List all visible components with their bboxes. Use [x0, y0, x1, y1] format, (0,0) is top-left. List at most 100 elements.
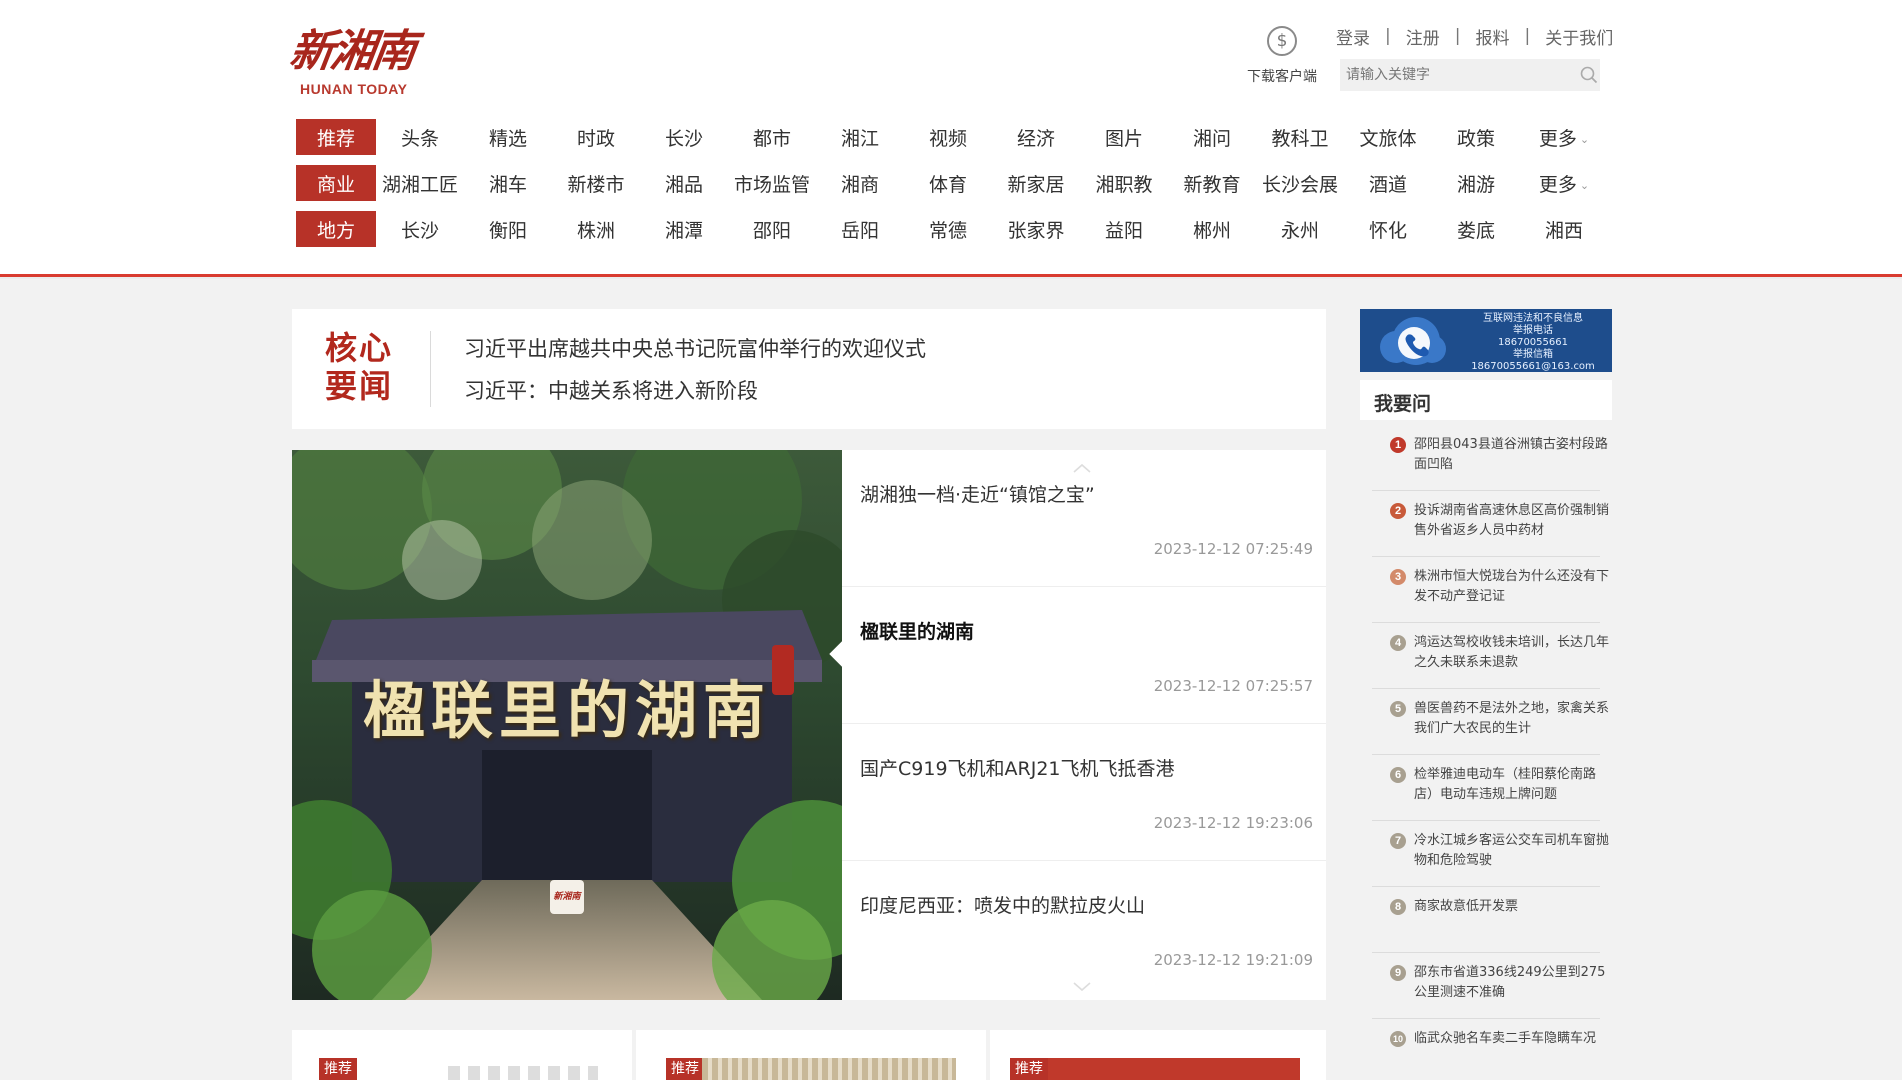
nav-item[interactable]: 张家界: [992, 216, 1080, 243]
ask-rank-badge: 2: [1390, 503, 1406, 519]
nav-item[interactable]: 衡阳: [464, 216, 552, 243]
feature-image[interactable]: 楹联里的湖南 新湘南: [292, 450, 842, 1000]
nav-more-button[interactable]: 更多 ⌄: [1520, 170, 1608, 197]
card-image-strip: [1010, 1058, 1300, 1080]
nav-item[interactable]: 长沙: [376, 216, 464, 243]
nav-item[interactable]: 永州: [1256, 216, 1344, 243]
ask-list-item[interactable]: 5 兽医兽药不是法外之地，家禽关系我们广大农民的生计: [1372, 689, 1609, 755]
banner-text: 互联网违法和不良信息 举报电话 18670055661 举报信箱 1867005…: [1460, 313, 1606, 372]
recommend-badge: 推荐: [319, 1058, 357, 1080]
nav-label-local[interactable]: 地方: [296, 211, 376, 247]
story-time: 2023-12-12 07:25:49: [1153, 540, 1313, 558]
nav-item[interactable]: 株洲: [552, 216, 640, 243]
site-logo[interactable]: 新湘南 HUNAN TODAY: [286, 26, 420, 102]
ask-list-item[interactable]: 2 投诉湖南省高速休息区高价强制销售外省返乡人员中药材: [1372, 491, 1609, 557]
core-news-headline[interactable]: 习近平出席越共中央总书记阮富仲举行的欢迎仪式: [464, 333, 926, 363]
login-link[interactable]: 登录: [1336, 24, 1370, 49]
core-news-headline[interactable]: 习近平：中越关系将进入新阶段: [464, 375, 758, 405]
nav-item[interactable]: 湘游: [1432, 170, 1520, 197]
ask-list-item[interactable]: 4 鸿运达驾校收钱未培训，长达几年之久未联系未退款: [1372, 623, 1609, 689]
feature-story-item-active[interactable]: 楹联里的湖南 2023-12-12 07:25:57: [842, 587, 1326, 724]
nav-item[interactable]: 益阳: [1080, 216, 1168, 243]
core-news-tag-line: 要闻: [325, 367, 394, 405]
nav-more-button[interactable]: 更多 ⌄: [1520, 124, 1608, 151]
nav-item[interactable]: 都市: [728, 124, 816, 151]
site-header: 新湘南 HUNAN TODAY $ 下载客户端 登录 | 注册 | 报料 | 关…: [0, 0, 1902, 274]
search-icon[interactable]: [1580, 66, 1598, 84]
nav-item[interactable]: 长沙: [640, 124, 728, 151]
nav-item[interactable]: 湘西: [1520, 216, 1608, 243]
ask-item-text: 冷水江城乡客运公交车司机车窗抛物和危险驾驶: [1414, 833, 1610, 868]
nav-label-recommend[interactable]: 推荐: [296, 119, 376, 155]
nav-item[interactable]: 怀化: [1344, 216, 1432, 243]
ask-list-item[interactable]: 8 商家故意低开发票: [1372, 887, 1600, 953]
search-input[interactable]: [1340, 59, 1560, 91]
ask-item-text: 兽医兽药不是法外之地，家禽关系我们广大农民的生计: [1414, 701, 1610, 736]
nav-item[interactable]: 新家居: [992, 170, 1080, 197]
nav-item[interactable]: 湘商: [816, 170, 904, 197]
core-news-box: 核心 要闻 习近平出席越共中央总书记阮富仲举行的欢迎仪式 习近平：中越关系将进入…: [292, 309, 1326, 429]
feature-story-item[interactable]: 印度尼西亚：喷发中的默拉皮火山 2023-12-12 19:21:09: [842, 861, 1326, 998]
ask-list-item[interactable]: 3 株洲市恒大悦珑台为什么还没有下发不动产登记证: [1372, 557, 1609, 623]
nav-item[interactable]: 新教育: [1168, 170, 1256, 197]
nav-item[interactable]: 教科卫: [1256, 124, 1344, 151]
nav-item[interactable]: 岳阳: [816, 216, 904, 243]
nav-label-business[interactable]: 商业: [296, 165, 376, 201]
nav-item[interactable]: 市场监管: [728, 170, 816, 197]
download-app-button[interactable]: $ 下载客户端: [1236, 26, 1328, 86]
ask-rank-badge: 9: [1390, 965, 1406, 981]
top-link-separator: |: [1524, 26, 1531, 46]
register-link[interactable]: 注册: [1406, 24, 1440, 49]
nav-item[interactable]: 湖湘工匠: [376, 170, 464, 197]
nav-item[interactable]: 常德: [904, 216, 992, 243]
nav-item[interactable]: 视频: [904, 124, 992, 151]
nav-item[interactable]: 图片: [1080, 124, 1168, 151]
ask-list-item[interactable]: 6 检举雅迪电动车（桂阳蔡伦南路店）电动车违规上牌问题: [1372, 755, 1600, 821]
ask-section-header: 我要问: [1360, 380, 1612, 420]
nav-item[interactable]: 湘品: [640, 170, 728, 197]
nav-row-business: 商业 湖湘工匠 湘车 新楼市 湘品 市场监管 湘商 体育 新家居 湘职教 新教育…: [296, 165, 1608, 201]
ask-list-item[interactable]: 1 邵阳县043县道谷洲镇古姿村段路面凹陷: [1372, 425, 1608, 491]
nav-item[interactable]: 湘问: [1168, 124, 1256, 151]
nav-item[interactable]: 湘职教: [1080, 170, 1168, 197]
nav-item[interactable]: 湘潭: [640, 216, 728, 243]
nav-item[interactable]: 湘车: [464, 170, 552, 197]
ask-item-text: 邵东市省道336线249公里到275公里测速不准确: [1414, 965, 1606, 1000]
nav-item[interactable]: 精选: [464, 124, 552, 151]
feature-image-caption: 楹联里的湖南: [362, 674, 771, 747]
nav-item[interactable]: 新楼市: [552, 170, 640, 197]
nav-item[interactable]: 头条: [376, 124, 464, 151]
nav-item[interactable]: 娄底: [1432, 216, 1520, 243]
ask-rank-badge: 5: [1390, 701, 1406, 717]
ask-list-item[interactable]: 9 邵东市省道336线249公里到275公里测速不准确: [1372, 953, 1605, 1019]
about-link[interactable]: 关于我们: [1545, 24, 1613, 49]
report-link[interactable]: 报料: [1475, 24, 1509, 49]
ask-list-item[interactable]: 10 临武众驰名车卖二手车隐瞒车况: [1372, 1019, 1600, 1080]
bottom-news-card[interactable]: 推荐: [990, 1030, 1326, 1080]
chevron-down-icon[interactable]: [1072, 980, 1092, 992]
nav-item[interactable]: 酒道: [1344, 170, 1432, 197]
recommend-badge: 推荐: [666, 1058, 704, 1080]
nav-item[interactable]: 邵阳: [728, 216, 816, 243]
banner-line: 举报电话: [1513, 325, 1553, 336]
feature-story-item[interactable]: 湖湘独一档·走近“镇馆之宝” 2023-12-12 07:25:49: [842, 450, 1326, 587]
nav-item[interactable]: 长沙会展: [1256, 170, 1344, 197]
feature-story-item[interactable]: 国产C919飞机和ARJ21飞机飞抵香港 2023-12-12 19:23:06: [842, 724, 1326, 861]
nav-item[interactable]: 体育: [904, 170, 992, 197]
report-hotline-banner[interactable]: 互联网违法和不良信息 举报电话 18670055661 举报信箱 1867005…: [1360, 309, 1612, 372]
ask-list-item[interactable]: 7 冷水江城乡客运公交车司机车窗抛物和危险驾驶: [1372, 821, 1609, 887]
nav-item[interactable]: 郴州: [1168, 216, 1256, 243]
nav-item[interactable]: 时政: [552, 124, 640, 151]
story-title: 楹联里的湖南: [860, 621, 975, 643]
nav-item[interactable]: 文旅体: [1344, 124, 1432, 151]
ask-item-text: 商家故意低开发票: [1414, 899, 1519, 914]
nav-row-recommend: 推荐 头条 精选 时政 长沙 都市 湘江 视频 经济 图片 湘问 教科卫 文旅体…: [296, 119, 1608, 155]
ask-rank-badge: 8: [1390, 899, 1406, 915]
bottom-news-card[interactable]: 推荐: [292, 1030, 632, 1080]
bottom-news-card[interactable]: 推荐: [636, 1030, 986, 1080]
story-time: 2023-12-12 07:25:57: [1153, 677, 1313, 695]
nav-item[interactable]: 政策: [1432, 124, 1520, 151]
nav-item[interactable]: 经济: [992, 124, 1080, 151]
core-news-divider: [430, 331, 431, 407]
nav-item[interactable]: 湘江: [816, 124, 904, 151]
